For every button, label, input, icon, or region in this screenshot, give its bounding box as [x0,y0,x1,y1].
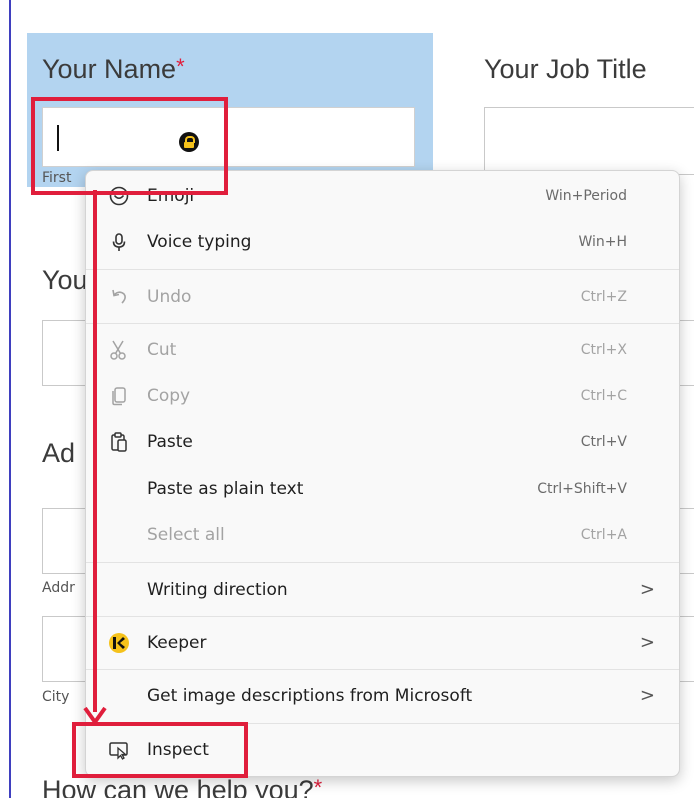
help-heading: How can we help you?* [42,775,322,798]
menu-separator [86,723,679,724]
page: Your Name* First Your Job Title You Ad A… [0,0,694,798]
menu-item-voice-typing[interactable]: Voice typing Win+H [86,219,679,265]
menu-item-cut-label: Cut [147,340,177,360]
menu-item-paste-shortcut: Ctrl+V [580,434,627,450]
menu-item-paste-plain-text[interactable]: Paste as plain text Ctrl+Shift+V [86,466,679,512]
chevron-right-icon: > [639,632,655,653]
menu-item-paste[interactable]: Paste Ctrl+V [86,419,679,465]
menu-item-emoji-shortcut: Win+Period [545,188,627,204]
your-name-label-text: Your Name [42,54,177,84]
menu-item-paste-label: Paste [147,432,193,452]
menu-separator [86,323,679,324]
required-star: * [176,54,185,79]
chevron-right-icon: > [639,579,655,600]
menu-item-emoji[interactable]: Emoji Win+Period [86,173,679,219]
keeper-logo-icon [108,632,130,654]
menu-item-image-descriptions-label: Get image descriptions from Microsoft [147,686,473,706]
menu-item-copy-label: Copy [147,386,191,406]
chevron-right-icon: > [639,685,655,706]
menu-separator [86,669,679,670]
menu-item-emoji-label: Emoji [147,186,195,206]
address-heading-partial: Ad [42,438,76,468]
menu-separator [86,269,679,270]
clipboard-icon [108,431,130,453]
menu-item-voice-typing-label: Voice typing [147,232,252,252]
job-title-input[interactable] [484,107,694,175]
menu-item-voice-typing-shortcut: Win+H [578,234,627,250]
first-name-sublabel: First [42,170,72,186]
menu-item-copy-shortcut: Ctrl+C [580,388,627,404]
menu-item-inspect[interactable]: Inspect [86,727,679,773]
menu-item-select-all[interactable]: Select all Ctrl+A [86,512,679,558]
your-name-label: Your Name* [42,54,185,85]
keeper-fill-icon[interactable] [179,132,199,152]
email-heading-partial: You [42,265,88,295]
address-sublabel-partial: Addr [42,580,75,596]
help-heading-text: How can we help you? [42,775,314,798]
menu-item-paste-plain-text-label: Paste as plain text [147,479,304,499]
first-name-input[interactable] [42,107,415,167]
menu-item-keeper[interactable]: Keeper > [86,620,679,666]
menu-item-select-all-shortcut: Ctrl+A [580,527,627,543]
city-sublabel: City [42,689,70,705]
help-required-star: * [313,775,323,798]
microphone-icon [108,231,130,253]
menu-item-writing-direction[interactable]: Writing direction > [86,567,679,613]
highlight-arrow-head [83,702,107,726]
menu-item-cut[interactable]: Cut Ctrl+X [86,327,679,373]
scissors-icon [108,339,130,361]
menu-item-select-all-label: Select all [147,525,225,545]
menu-item-inspect-label: Inspect [147,740,209,760]
highlight-arrow-line [93,190,97,712]
left-border-rule [9,0,11,798]
menu-item-undo-label: Undo [147,287,192,307]
menu-item-undo[interactable]: Undo Ctrl+Z [86,274,679,320]
emoji-icon [108,185,130,207]
menu-item-image-descriptions[interactable]: Get image descriptions from Microsoft > [86,673,679,719]
menu-item-undo-shortcut: Ctrl+Z [580,289,627,305]
undo-icon [108,286,130,308]
menu-item-paste-plain-text-shortcut: Ctrl+Shift+V [537,481,627,497]
text-caret [57,125,59,151]
menu-item-writing-direction-label: Writing direction [147,580,288,600]
copy-icon [108,385,130,407]
menu-item-copy[interactable]: Copy Ctrl+C [86,373,679,419]
job-title-label: Your Job Title [484,54,647,84]
context-menu: Emoji Win+Period Voice typing Win+H Undo… [85,170,680,777]
menu-item-keeper-label: Keeper [147,633,207,653]
inspect-icon [108,739,130,761]
menu-item-cut-shortcut: Ctrl+X [580,342,627,358]
menu-separator [86,616,679,617]
menu-separator [86,562,679,563]
